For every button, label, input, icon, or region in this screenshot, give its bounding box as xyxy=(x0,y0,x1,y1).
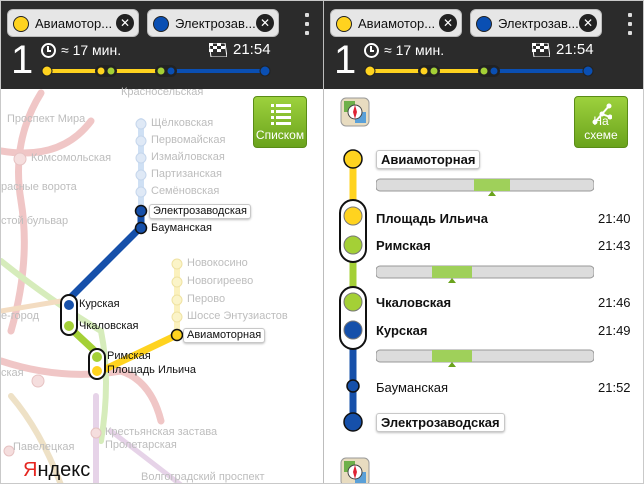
map-station-label: Шоссе Энтузиастов xyxy=(187,310,288,322)
station-name-elektrozavodskaya[interactable]: Электрозаводская xyxy=(376,413,505,432)
scheme-view-label: На схеме xyxy=(584,114,618,142)
map-station-label: Волгоградский проспект xyxy=(141,471,265,483)
station-name-aviamotornaya[interactable]: Авиамоторная xyxy=(376,150,481,169)
close-icon[interactable]: ✕ xyxy=(116,14,134,32)
map-route-label-elektrozavodskaya[interactable]: Электрозаводская xyxy=(149,204,251,219)
list-icon xyxy=(271,103,291,125)
clock-icon xyxy=(41,43,56,58)
station-name-chkalovskaya[interactable]: Чкаловская xyxy=(376,295,451,310)
map-station-label: стой бульвар xyxy=(1,215,69,227)
station-time: 21:52 xyxy=(598,380,631,395)
map-route-label-baumanskaya[interactable]: Бауманская xyxy=(151,222,212,235)
train-car-diagram xyxy=(376,347,594,367)
close-icon[interactable]: ✕ xyxy=(256,14,274,32)
station-name-ploshchad-ilicha[interactable]: Площадь Ильича xyxy=(376,211,488,226)
map-route-label-aviamotornaya[interactable]: Авиамоторная xyxy=(183,328,266,343)
metro-map[interactable] xyxy=(1,89,323,483)
screenshot-root: Авиамотор... ✕ Электрозав... ✕ 1 ≈ 17 ми… xyxy=(0,0,644,484)
to-station-chip[interactable]: Электрозав... ✕ xyxy=(147,9,279,37)
yandex-logo: Яндекс xyxy=(23,459,91,481)
map-station-label: Измайловская xyxy=(151,151,225,163)
map-station-label: Новогиреево xyxy=(187,275,254,287)
train-car-diagram xyxy=(376,176,594,196)
map-station-label: расные ворота xyxy=(1,181,77,193)
from-station-label: Авиамотор... xyxy=(35,16,113,31)
station-time: 21:43 xyxy=(598,238,631,253)
map-route-label-rimskaya[interactable]: Римская xyxy=(107,350,151,363)
compass-icon[interactable] xyxy=(340,457,370,483)
map-station-label: Щёлковская xyxy=(151,117,214,129)
map-station-label: Пролетарская xyxy=(105,439,177,451)
map-station-label: Партизанская xyxy=(151,168,222,180)
line-yellow-dot-icon xyxy=(13,16,29,32)
map-screen: Авиамотор... ✕ Электрозав... ✕ 1 ≈ 17 ми… xyxy=(1,1,323,483)
station-time: 21:46 xyxy=(598,295,631,310)
list-view-label: Списком xyxy=(255,128,305,142)
list-view-button[interactable]: Списком xyxy=(253,96,307,148)
map-station-label: е-город xyxy=(1,310,40,322)
map-station-label: ская xyxy=(1,367,24,379)
train-car-diagram xyxy=(376,263,594,283)
map-station-label: Павелецкая xyxy=(13,441,75,453)
route-progress-strip xyxy=(41,63,273,79)
map-station-label: Крестьянская застава xyxy=(105,426,218,438)
route-index: 1 xyxy=(11,38,34,82)
map-station-label: Проспект Мира xyxy=(7,113,86,125)
compass-icon[interactable] xyxy=(340,97,370,127)
map-station-label: Комсомольская xyxy=(31,152,112,164)
map-station-label: Красносельская xyxy=(121,86,204,98)
map-station-label: Новокосино xyxy=(187,257,248,269)
line-blue-dot-icon xyxy=(153,16,169,32)
map-station-label: Семёновская xyxy=(151,185,220,197)
route-header: Авиамотор... ✕ Электрозав... ✕ 1 ≈ 17 ми… xyxy=(1,1,323,89)
scheme-view-button[interactable]: На схеме xyxy=(574,96,628,148)
overflow-menu-icon[interactable] xyxy=(297,11,317,39)
map-route-label-kurskaya[interactable]: Курская xyxy=(79,298,120,311)
to-station-label: Электрозав... xyxy=(175,16,256,31)
list-screen: Авиамотор... ✕ Электрозав... ✕ 1 ≈ 17 ми… xyxy=(323,1,643,483)
station-name-rimskaya[interactable]: Римская xyxy=(376,238,431,253)
from-station-chip[interactable]: Авиамотор... ✕ xyxy=(7,9,139,37)
map-route-label-ploshchad-ilicha[interactable]: Площадь Ильича xyxy=(107,364,196,377)
route-list[interactable] xyxy=(324,1,643,483)
station-time: 21:49 xyxy=(598,323,631,338)
map-station-label: Первомайская xyxy=(151,134,226,146)
map-station-label: Перово xyxy=(187,293,226,305)
route-duration: ≈ 17 мин. xyxy=(61,42,122,58)
station-name-kurskaya[interactable]: Курская xyxy=(376,323,428,338)
station-time: 21:40 xyxy=(598,211,631,226)
finish-flag-icon xyxy=(209,43,227,57)
station-name-baumanskaya[interactable]: Бауманская xyxy=(376,380,448,395)
arrival-time: 21:54 xyxy=(233,41,271,58)
map-route-label-chkalovskaya[interactable]: Чкаловская xyxy=(79,320,139,333)
